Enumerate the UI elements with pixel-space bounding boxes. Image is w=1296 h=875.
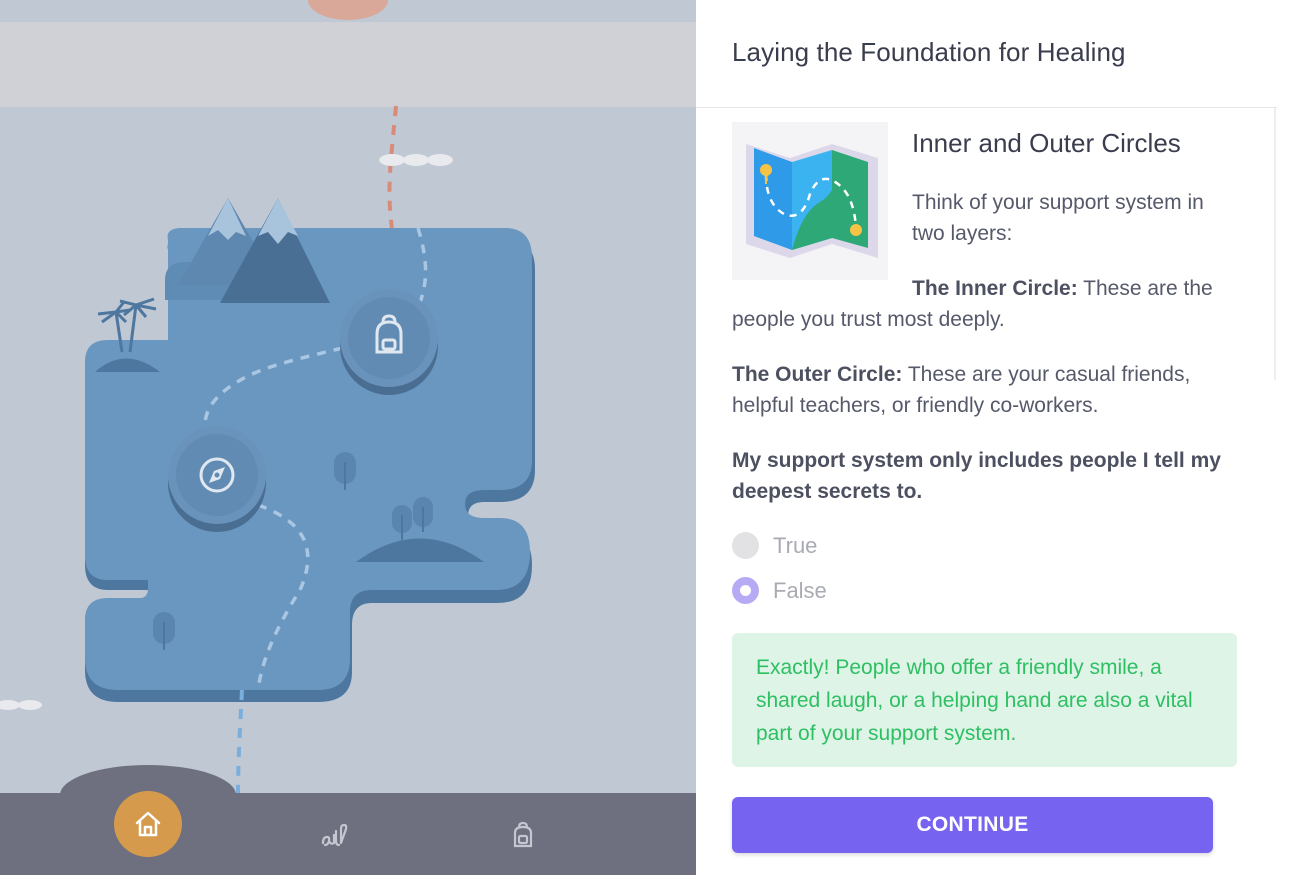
option-false-label: False xyxy=(773,577,827,603)
lesson-heading: Inner and Outer Circles xyxy=(912,128,1181,158)
option-false[interactable]: False xyxy=(732,577,827,604)
inner-circle-paragraph: The Inner Circle: These are the people y… xyxy=(732,273,1252,335)
continue-button[interactable]: CONTINUE xyxy=(732,797,1213,853)
outer-circle-paragraph: The Outer Circle: These are your casual … xyxy=(732,359,1252,421)
nav-backpack-button[interactable] xyxy=(500,812,546,858)
feedback-message: Exactly! People who offer a friendly smi… xyxy=(732,633,1237,767)
map-icon xyxy=(746,144,878,258)
backpack-node[interactable] xyxy=(340,289,438,395)
compass-node[interactable] xyxy=(168,426,266,532)
trail-top xyxy=(387,105,398,229)
lesson-panel: Laying the Foundation for Healing Inner … xyxy=(696,0,1296,875)
panel-header: Laying the Foundation for Healing xyxy=(696,0,1277,108)
option-true[interactable]: True xyxy=(732,532,817,559)
lesson-intro: Think of your support system in two laye… xyxy=(912,191,1204,245)
journal-icon xyxy=(321,823,348,847)
inner-circle-label: The Inner Circle: xyxy=(912,277,1078,300)
outer-circle-label: The Outer Circle: xyxy=(732,363,903,386)
map-illustration xyxy=(0,105,535,796)
radio-false[interactable] xyxy=(732,577,759,604)
scrollbar-track[interactable] xyxy=(1274,108,1276,380)
backpack-icon xyxy=(513,821,533,848)
radio-true[interactable] xyxy=(732,532,759,559)
lesson-image xyxy=(732,122,888,280)
home-icon xyxy=(135,811,161,837)
nav-journal-button[interactable] xyxy=(312,812,358,858)
option-true-label: True xyxy=(773,532,818,558)
map-area xyxy=(0,0,696,875)
quiz-question: My support system only includes people I… xyxy=(732,449,1221,503)
nav-home-button[interactable] xyxy=(114,791,182,857)
panel-title: Laying the Foundation for Healing xyxy=(732,37,1126,67)
